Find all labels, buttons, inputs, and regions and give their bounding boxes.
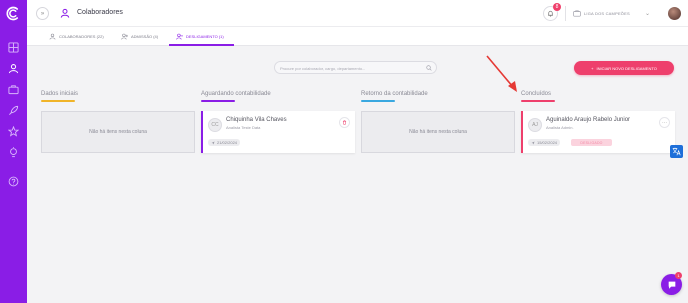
- notification-badge: 8: [553, 3, 561, 11]
- trash-icon: [342, 120, 347, 125]
- date-chip: 15/02/2024: [528, 139, 561, 146]
- company-selector[interactable]: LIGA DOS CAMPEÕES: [584, 11, 630, 16]
- double-chevron-icon: »: [40, 10, 45, 17]
- bell-icon: [548, 10, 553, 17]
- chevron-down-icon[interactable]: ⌄: [645, 10, 650, 17]
- column-indicator: [201, 100, 235, 102]
- status-badge: DESLIGADO: [571, 139, 612, 146]
- briefcase-icon[interactable]: [8, 84, 19, 95]
- plane-icon: [531, 141, 535, 144]
- tab-admissao[interactable]: ADMISSÃO (4): [121, 27, 158, 46]
- column-title-dados-iniciais: Dados iniciais: [41, 91, 79, 97]
- chat-button[interactable]: 1: [661, 272, 682, 295]
- date-chip: 21/02/2024: [208, 139, 241, 146]
- user-avatar[interactable]: [668, 7, 681, 20]
- empty-text: Não há itens nesta coluna: [89, 129, 147, 135]
- sidebar: [0, 0, 27, 303]
- date-text: 15/02/2024: [537, 140, 558, 145]
- help-icon[interactable]: [8, 176, 19, 187]
- employee-card[interactable]: AJ Aguinaldo Araujo Rabelo Junior Analis…: [521, 111, 675, 153]
- header-divider: [565, 6, 566, 21]
- column-indicator: [41, 100, 75, 102]
- chat-icon: [668, 281, 675, 289]
- employee-name: Chiquinha Vila Chaves: [226, 117, 287, 123]
- tab-colaboradores[interactable]: COLABORADORES (22): [49, 27, 104, 46]
- tab-label: DESLIGAMENTO (1): [186, 34, 224, 39]
- search-icon[interactable]: [426, 65, 432, 71]
- star-icon[interactable]: [8, 126, 19, 137]
- empty-text: Não há itens nesta coluna: [409, 129, 467, 135]
- user-icon: [49, 33, 56, 40]
- avatar: CC: [208, 118, 222, 132]
- user-remove-icon: [176, 33, 183, 40]
- employee-card[interactable]: CC Chiquinha Vila Chaves Analista Teste …: [201, 111, 355, 153]
- user-add-icon: [121, 33, 128, 40]
- lightbulb-icon[interactable]: [8, 147, 19, 158]
- delete-button[interactable]: [339, 117, 350, 128]
- more-icon: ···: [662, 119, 667, 126]
- avatar: AJ: [528, 118, 542, 132]
- notifications-button[interactable]: 8: [543, 3, 561, 21]
- page-title: Colaboradores: [77, 9, 123, 16]
- dashboard-icon[interactable]: [8, 42, 19, 53]
- column-title-retorno: Retorno da contabilidade: [361, 91, 428, 97]
- tab-label: ADMISSÃO (4): [131, 34, 159, 39]
- translate-icon: [672, 147, 681, 156]
- tab-bar: COLABORADORES (22) ADMISSÃO (4) DESLIGAM…: [27, 27, 688, 46]
- logo-icon[interactable]: [6, 6, 21, 21]
- tab-label: COLABORADORES (22): [59, 34, 104, 39]
- chat-badge: 1: [675, 272, 682, 279]
- empty-column: Não há itens nesta coluna: [41, 111, 195, 153]
- building-icon: [573, 10, 581, 17]
- plus-icon: +: [591, 65, 594, 71]
- annotation-arrow: [486, 55, 517, 92]
- search-input[interactable]: [280, 64, 420, 72]
- employee-name: Aguinaldo Araujo Rabelo Junior: [546, 117, 631, 123]
- date-text: 21/02/2024: [217, 140, 238, 145]
- column-indicator: [361, 100, 395, 102]
- user-icon[interactable]: [8, 63, 19, 74]
- button-label: INICIAR NOVO DESLIGAMENTO: [596, 65, 657, 71]
- employee-role: Analista Admin.: [546, 125, 574, 130]
- start-dismissal-button[interactable]: + INICIAR NOVO DESLIGAMENTO: [574, 61, 674, 75]
- rocket-icon[interactable]: [8, 105, 19, 116]
- column-indicator: [521, 100, 555, 102]
- top-header: » Colaboradores 8 LIGA DOS CAMPEÕES ⌄: [27, 0, 688, 27]
- column-title-concluidos: Concluídos: [521, 91, 552, 97]
- active-tab-indicator: [169, 44, 234, 46]
- more-options-button[interactable]: ···: [659, 117, 670, 128]
- plane-icon: [211, 141, 215, 144]
- empty-column: Não há itens nesta coluna: [361, 111, 515, 153]
- column-title-aguardando: Aguardando contabilidade: [201, 91, 271, 97]
- user-icon: [60, 8, 70, 18]
- employee-role: Analista Teste Data: [226, 125, 261, 130]
- search-box: [274, 61, 437, 74]
- translate-button[interactable]: [670, 145, 683, 158]
- collapse-sidebar-button[interactable]: »: [36, 7, 49, 20]
